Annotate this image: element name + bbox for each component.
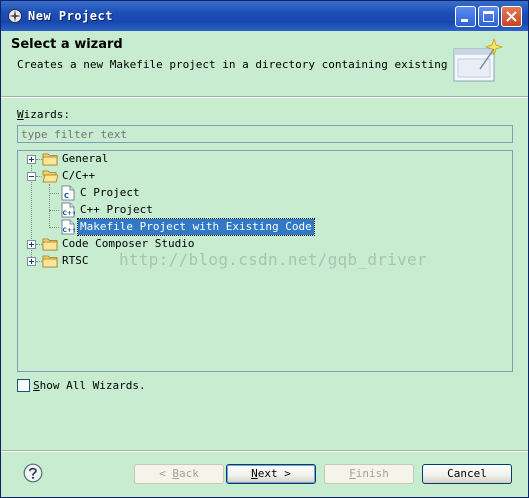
maximize-icon: [483, 11, 494, 22]
tree-item-rtsc[interactable]: RTSC: [18, 253, 218, 269]
tree-item-label: C Project: [80, 186, 140, 199]
filter-input[interactable]: [17, 125, 513, 143]
wizard-description: Creates a new Makefile project in a dire…: [17, 58, 481, 71]
svg-text:C: C: [64, 192, 69, 200]
tree-item-label: C++ Project: [80, 203, 153, 216]
close-icon: [506, 11, 517, 22]
minimize-button[interactable]: [455, 6, 476, 27]
tree-item-c-project[interactable]: C C Project: [18, 185, 218, 201]
close-button[interactable]: [501, 6, 522, 27]
tree-item-general[interactable]: General: [18, 151, 218, 167]
c-project-icon: C: [61, 185, 75, 201]
checkbox-label: Show All Wizards.: [33, 379, 146, 392]
collapse-icon[interactable]: [27, 172, 36, 181]
tree-item-label: General: [62, 152, 109, 165]
next-button[interactable]: Next >: [226, 464, 316, 484]
help-icon[interactable]: [23, 463, 43, 483]
tree-item-makefile-project[interactable]: C++ Makefile Project with Existing Code: [18, 218, 315, 236]
tree-item-label: Code Composer Studio: [62, 237, 195, 250]
wizard-header: Select a wizard Creates a new Makefile p…: [1, 31, 528, 95]
cancel-button[interactable]: Cancel: [422, 464, 512, 484]
header-separator: [1, 96, 528, 98]
expand-icon[interactable]: [27, 257, 36, 266]
checkbox-box[interactable]: [17, 379, 30, 392]
tree-item-label: RTSC: [62, 254, 89, 267]
back-button[interactable]: < Back: [134, 464, 224, 484]
expand-icon[interactable]: [27, 240, 36, 249]
minimize-icon: [461, 19, 468, 22]
svg-text:C++: C++: [63, 210, 76, 217]
eclipse-app-icon: [8, 9, 22, 23]
cpp-project-icon: C++: [61, 202, 75, 218]
folder-icon: [42, 238, 58, 251]
tree-item-code-composer-studio[interactable]: Code Composer Studio: [18, 236, 268, 252]
wizards-label-mnemonic: W: [17, 108, 24, 121]
wizard-banner-icon: [453, 37, 504, 82]
open-folder-icon: [42, 170, 58, 183]
svg-text:C++: C++: [63, 227, 76, 234]
folder-icon: [42, 153, 58, 166]
tree-item-label-selected: Makefile Project with Existing Code: [77, 218, 315, 236]
wizard-title: Select a wizard: [11, 37, 123, 52]
finish-button[interactable]: Finish: [324, 464, 414, 484]
makefile-project-icon: C++: [61, 219, 75, 235]
maximize-button[interactable]: [478, 6, 499, 27]
folder-icon: [42, 255, 58, 268]
window-title: New Project: [28, 9, 113, 23]
wizards-label: Wizards:: [17, 108, 70, 121]
new-project-dialog: New Project Select a wizard Creates a ne…: [0, 0, 529, 498]
tree-item-cpp-project[interactable]: C++ C++ Project: [18, 202, 218, 218]
wizards-label-rest: izards:: [23, 108, 70, 121]
footer-separator: [1, 450, 528, 452]
tree-item-label: C/C++: [62, 169, 96, 182]
expand-icon[interactable]: [27, 155, 36, 164]
tree-item-cpp[interactable]: C/C++: [18, 168, 218, 184]
title-bar[interactable]: New Project: [1, 1, 528, 31]
wizard-tree[interactable]: General C/C++ C C Project C++ C++ Projec…: [17, 150, 513, 372]
